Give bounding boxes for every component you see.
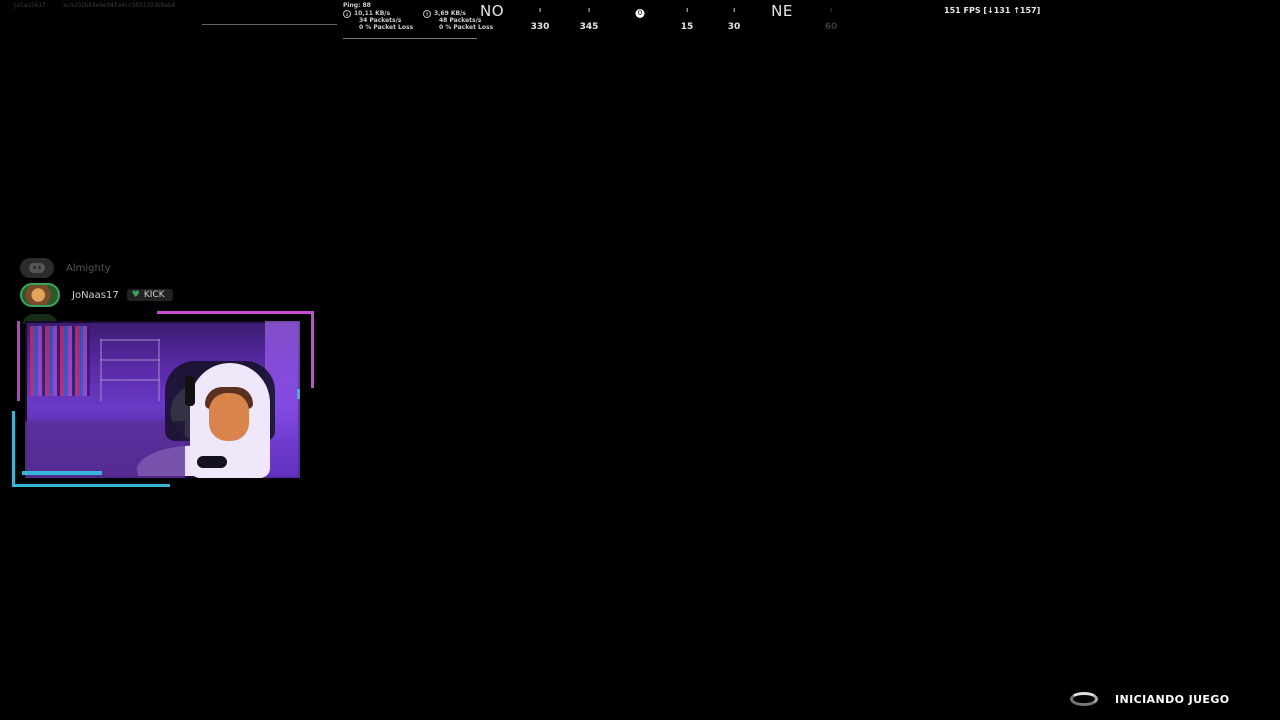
frame-accent [22, 471, 102, 475]
player-id: jolas5617 [13, 2, 46, 9]
kick-badge: ♥ KICK [126, 289, 173, 301]
discord-icon [20, 258, 54, 278]
member-name: JoNaas17 [72, 289, 119, 301]
avatar [20, 283, 60, 307]
frame-accent [17, 321, 20, 401]
heart-icon: ♥ [131, 290, 140, 300]
compass-mark: NO [479, 2, 505, 20]
compass-mark: 30 [728, 0, 740, 33]
session-info: jolas5617 ecm292b63e6e94fa4cc3031393b0ab… [13, 2, 175, 9]
voice-member: Almighty [20, 258, 111, 278]
frame-accent [297, 389, 300, 399]
compass-mark: 60 [825, 0, 837, 33]
compass-mark: 345 [580, 0, 598, 33]
webcam-feed [25, 321, 300, 478]
voice-member: JoNaas17 ♥ KICK [20, 283, 173, 307]
download-loss: 0 % Packet Loss [359, 23, 414, 31]
fps-counter: 151 FPS [↓131 ↑157] [944, 6, 1041, 15]
download-icon: ↓ [343, 10, 351, 18]
download-stats: ↓ 10,11 KB/s 34 Packets/s 0 % Packet Loss [343, 10, 413, 31]
member-name: Almighty [66, 262, 111, 274]
compass-mark: NE [771, 2, 793, 20]
ping-readout: Ping: 88 [343, 2, 371, 9]
compass-mark: 15 [681, 0, 693, 33]
game-screen: jolas5617 ecm292b63e6e94fa4cc3031393b0ab… [0, 0, 1280, 720]
spinner-icon [1070, 692, 1098, 706]
network-divider [343, 38, 477, 39]
loading-indicator: INICIANDO JUEGO [1070, 692, 1230, 706]
loading-text: INICIANDO JUEGO [1115, 692, 1230, 706]
webcam-overlay [12, 311, 314, 487]
upload-icon: ↑ [423, 10, 431, 18]
compass-heading: 0 [635, 0, 645, 19]
compass-mark: 330 [531, 0, 549, 33]
session-hash: ecm292b63e6e94fa4cc3031393b0ab4 [63, 2, 176, 9]
compass-bar: NO 330 345 0 15 30 NE 60 [470, 0, 910, 33]
divider-line [202, 24, 337, 25]
